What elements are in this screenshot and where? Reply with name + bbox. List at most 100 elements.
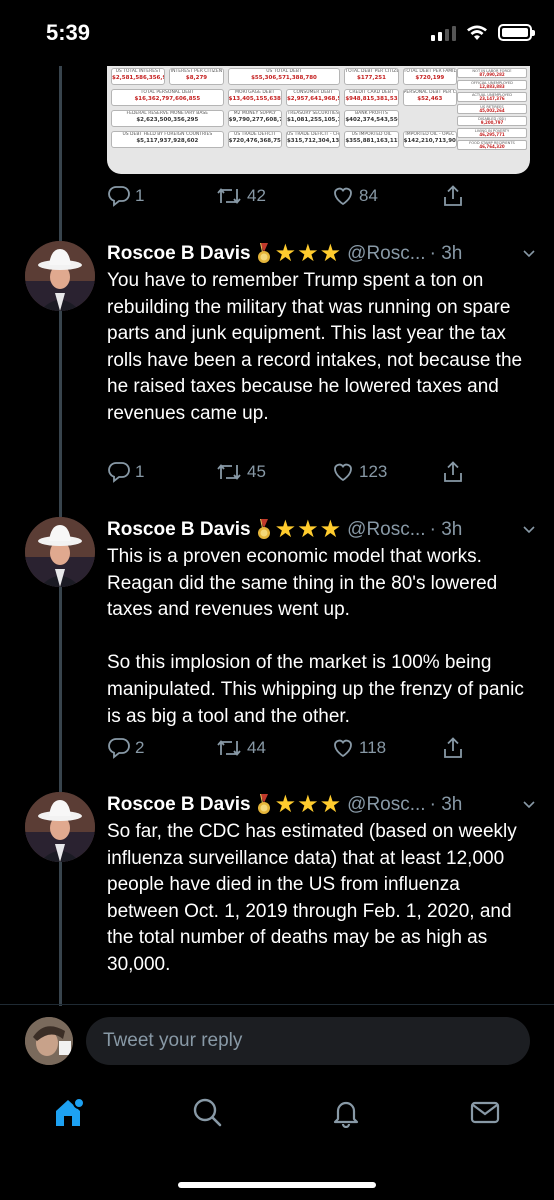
retweet-count: 42 <box>247 186 266 205</box>
medal-icon <box>257 243 270 263</box>
debt-clock-value: $315,712,304,130 <box>286 138 341 144</box>
tweet-timestamp: · 3h <box>429 794 463 815</box>
author-name[interactable]: Roscoe B Davis <box>107 519 251 541</box>
medal-icon <box>257 794 270 814</box>
reply-icon <box>108 462 130 483</box>
tweet-header: Roscoe B Davis ★ ★ ★ @Rosc... · 3h <box>107 241 537 267</box>
author-avatar[interactable] <box>25 241 95 311</box>
like-button[interactable]: 118 <box>331 736 386 760</box>
debt-clock-side-cell: ACTUAL UNEMPLOYED 23,147,376 <box>457 92 527 102</box>
debt-clock-cell: BANK PROFITS $402,374,543,550 <box>344 110 399 127</box>
reply-input[interactable] <box>86 1017 530 1065</box>
chevron-down-icon[interactable] <box>521 796 537 812</box>
debt-clock-value: $720,199 <box>415 75 445 81</box>
debt-clock-value: $2,957,641,968,585 <box>286 96 339 102</box>
reply-button[interactable]: 1 <box>107 184 144 208</box>
tweet[interactable]: Roscoe B Davis ★ ★ ★ @Rosc... · 3h This is… <box>0 517 554 727</box>
debt-clock-label: US TOTAL DEBT <box>266 69 302 74</box>
debt-clock-label: US TRADE DEFICIT <box>234 132 276 137</box>
debt-clock-cell: PERSONAL DEBT PER CIT $52,463 <box>402 89 457 106</box>
author-avatar[interactable] <box>25 792 95 862</box>
bottom-tab-bar <box>0 1080 554 1150</box>
star-icon: ★ <box>297 516 319 543</box>
reply-button[interactable]: 2 <box>107 736 144 760</box>
debt-clock-label: MORTGAGE DEBT <box>235 90 275 95</box>
reply-count: 1 <box>135 186 145 205</box>
retweet-button[interactable]: 44 <box>215 736 266 760</box>
tweet-timestamp: · 3h <box>429 519 463 540</box>
debt-clock-value: $948,815,381,535 <box>345 96 399 102</box>
debt-clock-cell: TREASURY SECURITIES$1,081,255,105,187 <box>285 110 341 127</box>
retweet-icon <box>217 188 241 204</box>
debt-clock-label: IMPORTED OIL - OPEC <box>405 132 455 137</box>
tweet-actions: 1 42 84 <box>107 184 527 214</box>
heart-icon <box>334 187 352 206</box>
tab-search[interactable] <box>187 1092 227 1132</box>
like-button[interactable]: 84 <box>331 184 378 208</box>
debt-clock-label: PERSONAL DEBT PER CIT <box>403 90 457 95</box>
debt-clock-value: 12,883,883 <box>479 84 505 89</box>
debt-clock-side-cell: OFFICIAL UNEMPLOYED 12,883,883 <box>457 80 527 90</box>
retweet-icon <box>217 464 241 480</box>
debt-clock-value: $142,210,713,907 <box>403 138 457 144</box>
composer-divider <box>0 1004 554 1005</box>
tweet-timestamp: · 3h <box>429 243 463 264</box>
reply-button[interactable]: 1 <box>107 460 144 484</box>
debt-clock-cell: CREDIT CARD DEBT $948,815,381,535 <box>344 89 399 106</box>
home-icon <box>56 1097 85 1126</box>
tweet-text: So far, the CDC has estimated (based on … <box>107 821 523 975</box>
debt-clock-label: TOTAL DEBT PER CITIZEN <box>345 69 399 74</box>
debt-clock-cell: US DEBT HELD BY FOREIGN COUNTRIES $5,117,… <box>111 131 224 148</box>
star-icon: ★ <box>319 791 342 818</box>
status-bar: 5:39 <box>0 0 554 66</box>
share-button[interactable] <box>441 736 465 760</box>
debt-clock-value: 23,147,376 <box>479 96 505 101</box>
user-avatar[interactable] <box>25 1017 73 1065</box>
share-button[interactable] <box>441 460 465 484</box>
like-count: 118 <box>359 738 387 757</box>
star-emojis: ★ ★ ★ <box>275 518 342 542</box>
debt-clock-value: $720,476,368,750 <box>228 138 282 144</box>
tab-notifications[interactable] <box>326 1092 366 1132</box>
author-handle: @Rosc... <box>347 794 426 815</box>
debt-clock-value: $13,405,155,638,270 <box>228 96 281 102</box>
mail-icon <box>470 1101 500 1124</box>
retweet-count: 44 <box>247 738 266 757</box>
tweet[interactable]: Roscoe B Davis ★ ★ ★ @Rosc... · 3h So far,… <box>0 792 554 992</box>
debt-clock-label: US DEBT HELD BY FOREIGN COUNTRIES <box>122 132 213 137</box>
search-icon <box>193 1098 222 1127</box>
tab-home[interactable] <box>49 1092 89 1132</box>
debt-clock-label: CONSUMER DEBT <box>293 90 333 95</box>
star-emojis: ★ ★ ★ <box>275 793 342 817</box>
tab-messages[interactable] <box>465 1092 505 1132</box>
debt-clock-label: US IMPORTED OIL <box>351 132 392 137</box>
author-name[interactable]: Roscoe B Davis <box>107 243 251 265</box>
author-handle: @Rosc... <box>347 519 426 540</box>
chevron-down-icon[interactable] <box>521 245 537 261</box>
debt-clock-side-cell: LIVING IN POVERTY 46,295,771 <box>457 128 527 138</box>
like-button[interactable]: 123 <box>331 460 387 484</box>
star-icon: ★ <box>297 791 319 818</box>
share-button[interactable] <box>441 184 465 208</box>
chevron-down-icon[interactable] <box>521 521 537 537</box>
reply-count: 1 <box>135 462 145 481</box>
share-icon <box>444 737 462 758</box>
medal-icon <box>257 519 270 539</box>
author-handle: @Rosc... <box>347 243 426 264</box>
debt-clock-label: US TRADE DEFICIT - CHINA <box>286 132 340 137</box>
debt-clock-label: TREASURY SECURITIES <box>287 111 339 116</box>
debt-clock-cell: M2 MONEY SUPPLY$9,790,277,608,749 <box>227 110 282 127</box>
debt-clock-cell: US TOTAL INTEREST$2,581,586,356,977 <box>111 68 166 85</box>
share-icon <box>444 185 462 206</box>
author-name[interactable]: Roscoe B Davis <box>107 794 251 816</box>
tweet-actions: 2 44 118 <box>107 736 527 766</box>
debt-clock-cell: US IMPORTED OIL $355,881,163,117 <box>344 131 399 148</box>
debt-clock-value: 87,090,282 <box>479 72 505 77</box>
author-avatar[interactable] <box>25 517 95 587</box>
retweet-button[interactable]: 45 <box>215 460 266 484</box>
tweet-actions: 1 45 123 <box>107 460 527 490</box>
debt-clock-cell: TOTAL DEBT PER CITIZEN $177,251 <box>344 68 399 85</box>
debt-clock-value: $402,374,543,550 <box>345 117 399 123</box>
retweet-button[interactable]: 42 <box>215 184 266 208</box>
tweet-media-image[interactable]: US TOTAL INTEREST$2,581,586,356,977INTER… <box>107 66 530 174</box>
